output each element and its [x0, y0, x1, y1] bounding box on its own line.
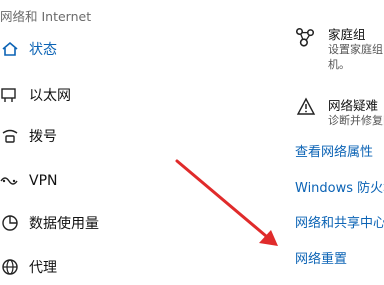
- home-icon: [2, 41, 18, 56]
- nav-label-proxy: 代理: [29, 260, 57, 276]
- nav-item-proxy[interactable]: 代理: [0, 249, 170, 285]
- nav-item-data-usage[interactable]: 数据使用量: [0, 205, 170, 241]
- homegroup-subtitle: 设置家庭组: [328, 43, 383, 56]
- nav-label-vpn: VPN: [29, 173, 58, 189]
- view-network-properties-link[interactable]: 查看网络属性: [295, 141, 373, 160]
- homegroup-subtitle-line2: 机。: [328, 58, 350, 71]
- nav-item-status[interactable]: 状态: [0, 31, 170, 67]
- network-sharing-center-link[interactable]: 网络和共享中心: [295, 212, 384, 231]
- homegroup-icon: [295, 27, 315, 47]
- section-title: 网络和 Internet: [0, 9, 92, 24]
- data-usage-icon: [2, 215, 18, 231]
- nav-label-status: 状态: [29, 42, 57, 58]
- nav-item-vpn[interactable]: VPN: [0, 163, 170, 199]
- nav-label-data-usage: 数据使用量: [29, 216, 99, 232]
- globe-icon: [2, 259, 18, 275]
- network-reset-link[interactable]: 网络重置: [295, 248, 347, 267]
- troubleshooter-subtitle: 诊断并修复网: [328, 114, 384, 127]
- nav-item-dialup[interactable]: 拨号: [0, 118, 170, 154]
- dialup-icon: [2, 129, 18, 143]
- warning-icon: [296, 97, 316, 115]
- windows-firewall-link[interactable]: Windows 防火墙: [295, 177, 384, 196]
- nav-label-dialup: 拨号: [29, 129, 57, 145]
- vpn-icon: [0, 177, 18, 185]
- nav-item-ethernet[interactable]: 以太网: [0, 77, 170, 113]
- ethernet-icon: [1, 88, 16, 102]
- nav-label-ethernet: 以太网: [29, 88, 71, 104]
